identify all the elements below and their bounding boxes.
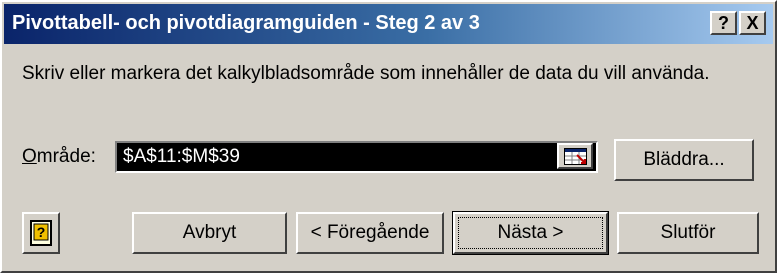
svg-text:?: ? [37,224,46,240]
browse-button[interactable]: Bläddra... [614,139,754,181]
title-bar[interactable]: Pivottabell- och pivotdiagramguiden - St… [4,4,773,44]
collapse-dialog-button[interactable] [557,143,593,169]
dialog-title: Pivottabell- och pivotdiagramguiden - St… [12,12,480,34]
office-assistant-button[interactable]: ? [22,212,60,254]
help-button[interactable]: ? [710,11,737,35]
cancel-button[interactable]: Avbryt [132,212,287,254]
wizard-dialog: Pivottabell- och pivotdiagramguiden - St… [0,0,777,273]
close-button[interactable]: X [739,11,766,35]
previous-button[interactable]: < Föregående [296,212,444,254]
range-label-rest: mråde: [36,146,96,167]
range-input[interactable]: $A$11:$M$39 [115,141,598,173]
finish-button[interactable]: Slutför [617,212,759,254]
range-label-accesskey: O [22,146,37,167]
range-label: Område: [22,146,96,168]
instruction-text: Skriv eller markera det kalkylbladsområd… [22,63,710,84]
next-button[interactable]: Nästa > [452,211,609,255]
focus-rectangle [458,217,603,249]
range-select-icon [564,148,587,165]
assistant-help-icon: ? [30,220,52,246]
